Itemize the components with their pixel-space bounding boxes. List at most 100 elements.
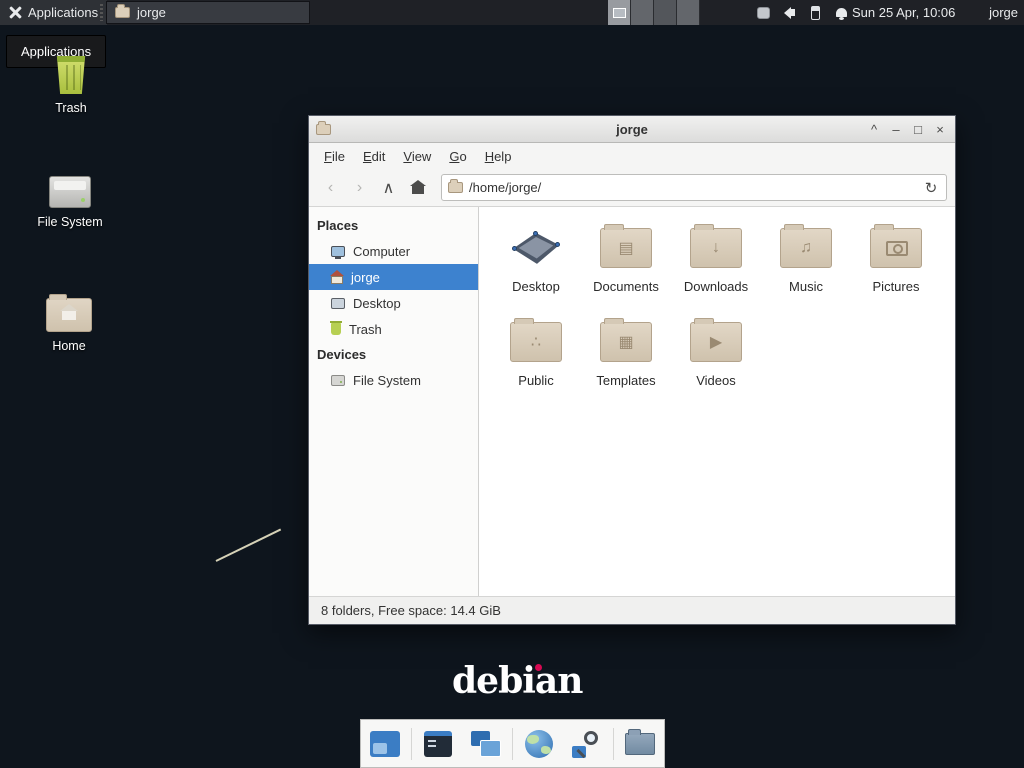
- folder-icon: [115, 7, 130, 18]
- music-note-emblem-icon: ♫: [781, 229, 831, 267]
- trash-icon: [331, 323, 341, 335]
- search-icon[interactable]: [565, 723, 609, 765]
- file-item-pictures[interactable]: Pictures: [851, 223, 941, 311]
- network-icon[interactable]: [802, 0, 828, 25]
- sidebar-item-desktop[interactable]: Desktop: [309, 290, 478, 316]
- web-browser-icon[interactable]: [517, 723, 561, 765]
- up-button[interactable]: ∧: [375, 174, 402, 201]
- maximize-button[interactable]: □: [907, 116, 929, 143]
- sidebar-header-places: Places: [309, 213, 478, 238]
- file-name: Pictures: [873, 279, 920, 294]
- home-button[interactable]: [404, 174, 431, 201]
- sidebar-item-label: Desktop: [353, 296, 401, 311]
- menu-edit[interactable]: Edit: [354, 145, 394, 168]
- home-icon: [412, 186, 424, 194]
- template-emblem-icon: ▦: [601, 323, 651, 361]
- menu-file[interactable]: File: [315, 145, 354, 168]
- workspace-3[interactable]: [654, 0, 677, 25]
- sidebar-header-devices: Devices: [309, 342, 478, 367]
- path-bar: ↻: [441, 174, 947, 201]
- desktop-surface-icon: [512, 230, 560, 266]
- folder-icon: ▤: [600, 228, 652, 268]
- applications-menu-button[interactable]: Applications: [0, 0, 107, 25]
- home-icon: [331, 276, 343, 284]
- camera-emblem-icon: [886, 241, 908, 256]
- bottom-dock: [360, 719, 665, 768]
- menu-help[interactable]: Help: [476, 145, 521, 168]
- sidebar-item-label: File System: [353, 373, 421, 388]
- desktop-icon-label: Home: [52, 339, 85, 353]
- volume-icon[interactable]: [776, 0, 802, 25]
- terminal-icon[interactable]: [416, 723, 460, 765]
- desktop-icon-file-system[interactable]: File System: [27, 176, 113, 229]
- windows-icon[interactable]: [464, 723, 508, 765]
- applications-menu-icon: [9, 6, 22, 19]
- dock-separator: [613, 728, 614, 760]
- dock-separator: [512, 728, 513, 760]
- panel-clock[interactable]: Sun 25 Apr, 10:06: [852, 0, 955, 25]
- workspace-2[interactable]: [631, 0, 654, 25]
- desktop-icon-label: File System: [37, 215, 102, 229]
- window-content: Places Computer jorge Desktop Trash: [309, 207, 955, 596]
- desktop-icon-label: Trash: [55, 101, 87, 115]
- forward-button[interactable]: ›: [346, 174, 373, 201]
- show-desktop-icon[interactable]: [363, 723, 407, 765]
- debian-logo-text: debian: [452, 660, 582, 702]
- notifications-icon[interactable]: [828, 0, 854, 25]
- file-item-downloads[interactable]: ↓ Downloads: [671, 223, 761, 311]
- folder-icon: ∴: [510, 322, 562, 362]
- house-emblem-icon: [62, 311, 76, 320]
- sidebar-item-jorge[interactable]: jorge: [309, 264, 478, 290]
- debian-red-dot-icon: [535, 664, 542, 671]
- debian-logo: debian: [452, 660, 582, 702]
- file-item-desktop[interactable]: Desktop: [491, 223, 581, 311]
- folder-icon: ↓: [690, 228, 742, 268]
- window-title: jorge: [309, 122, 955, 137]
- sidebar-item-trash[interactable]: Trash: [309, 316, 478, 342]
- top-panel: Applications jorge Sun 25 Apr, 10:06 jor…: [0, 0, 1024, 25]
- menu-go[interactable]: Go: [440, 145, 475, 168]
- minimize-button[interactable]: –: [885, 116, 907, 143]
- taskbar-window-button[interactable]: jorge: [106, 1, 310, 24]
- sidebar-item-label: Trash: [349, 322, 382, 337]
- sidebar-item-file-system[interactable]: File System: [309, 367, 478, 393]
- desktop-icon-trash[interactable]: Trash: [28, 56, 114, 115]
- file-name: Downloads: [684, 279, 748, 294]
- file-item-templates[interactable]: ▦ Templates: [581, 317, 671, 405]
- wallpaper-swirl-line: [216, 529, 282, 562]
- file-name: Templates: [596, 373, 655, 388]
- file-name: Desktop: [512, 279, 560, 294]
- titlebar[interactable]: jorge ^ – □ ×: [309, 116, 955, 143]
- path-folder-icon: [448, 182, 463, 193]
- taskbar-window-label: jorge: [137, 5, 166, 20]
- reload-button[interactable]: ↻: [920, 177, 942, 199]
- drive-icon: [331, 375, 345, 386]
- sidebar-item-computer[interactable]: Computer: [309, 238, 478, 264]
- desktop-icon-home[interactable]: Home: [26, 298, 112, 353]
- files-pane: Desktop ▤ Documents ↓ Downloads ♫ Music …: [479, 207, 955, 596]
- file-item-public[interactable]: ∴ Public: [491, 317, 581, 405]
- status-text: 8 folders, Free space: 14.4 GiB: [321, 603, 501, 618]
- close-button[interactable]: ×: [929, 116, 951, 143]
- clipboard-icon[interactable]: [750, 0, 776, 25]
- workspace-4[interactable]: [677, 0, 700, 25]
- file-item-music[interactable]: ♫ Music: [761, 223, 851, 311]
- folder-icon: ♫: [780, 228, 832, 268]
- session-user-label[interactable]: jorge: [989, 0, 1018, 25]
- file-item-documents[interactable]: ▤ Documents: [581, 223, 671, 311]
- workspace-1[interactable]: [608, 0, 631, 25]
- file-item-videos[interactable]: ▶ Videos: [671, 317, 761, 405]
- dock-separator: [411, 728, 412, 760]
- path-input[interactable]: [469, 180, 914, 195]
- filesystem-drive-icon: [49, 176, 91, 208]
- panel-separator: [100, 4, 103, 21]
- window-controls: ^ – □ ×: [863, 116, 951, 143]
- statusbar: 8 folders, Free space: 14.4 GiB: [309, 596, 955, 624]
- folder-icon: [870, 228, 922, 268]
- folder-icon: ▶: [690, 322, 742, 362]
- back-button[interactable]: ‹: [317, 174, 344, 201]
- menu-view[interactable]: View: [394, 145, 440, 168]
- applications-menu-label: Applications: [28, 5, 98, 20]
- shade-button[interactable]: ^: [863, 116, 885, 143]
- file-manager-icon[interactable]: [618, 723, 662, 765]
